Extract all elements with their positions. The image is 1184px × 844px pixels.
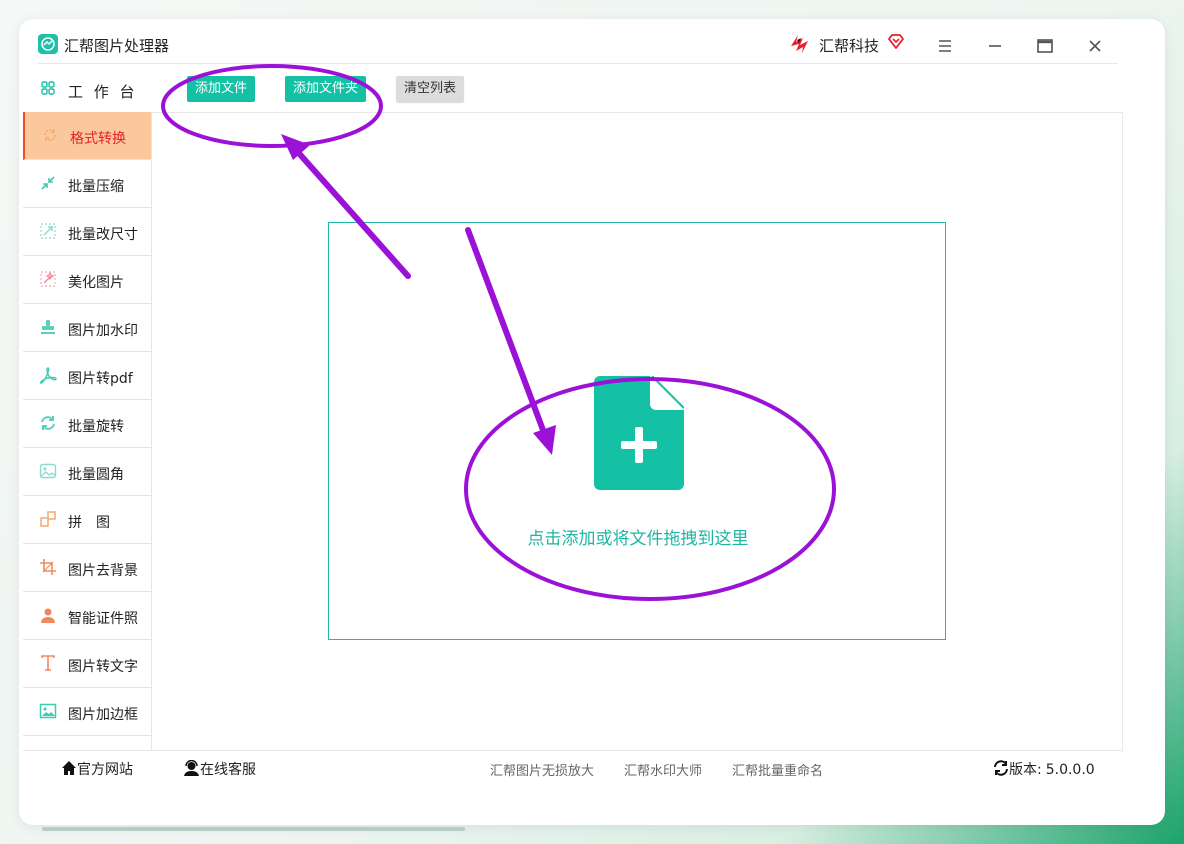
home-icon xyxy=(62,761,76,775)
sidebar-item-remove-bg[interactable]: 图片去背景 xyxy=(23,544,152,592)
vip-icon[interactable] xyxy=(887,32,905,50)
sidebar-item-label: 拼 图 xyxy=(68,515,110,531)
sidebar-item-collage[interactable]: 拼 图 xyxy=(23,496,152,544)
online-support-link[interactable]: 在线客服 xyxy=(183,759,256,779)
minimize-icon[interactable] xyxy=(983,34,1007,58)
crop-icon xyxy=(40,559,56,575)
person-icon xyxy=(41,608,55,623)
brand-logo-icon xyxy=(791,35,808,53)
file-drop-zone[interactable]: 点击添加或将文件拖拽到这里 xyxy=(328,222,946,640)
clear-list-button[interactable]: 清空列表 xyxy=(396,76,465,102)
close-icon[interactable] xyxy=(1083,34,1107,58)
version-info[interactable]: 版本: 5.0.0.0 xyxy=(993,759,1095,779)
add-folder-button[interactable]: 添加文件夹 xyxy=(285,76,367,102)
official-website-label: 官方网站 xyxy=(77,762,133,778)
sidebar-item-watermark[interactable]: 图片加水印 xyxy=(23,304,152,352)
sidebar-item-label: 智能证件照 xyxy=(68,611,138,627)
sidebar-item-label: 美化图片 xyxy=(68,275,124,291)
frame-icon xyxy=(39,703,57,719)
drop-zone-hint: 点击添加或将文件拖拽到这里 xyxy=(527,529,749,549)
add-file-button[interactable]: 添加文件 xyxy=(187,76,256,102)
sidebar-item-ocr[interactable]: 图片转文字 xyxy=(23,640,152,688)
version-label: 版本: xyxy=(1009,762,1042,778)
pdf-icon xyxy=(39,367,57,384)
app-title: 汇帮图片处理器 xyxy=(64,37,170,55)
version-number: 5.0.0.0 xyxy=(1045,762,1095,778)
sidebar-workbench[interactable]: 工 作 台 xyxy=(23,64,152,112)
sidebar-item-rounded-corner[interactable]: 批量圆角 xyxy=(23,448,152,496)
horizontal-scrollbar[interactable] xyxy=(42,827,465,831)
sidebar-item-label: 图片转pdf xyxy=(68,371,133,387)
footer-link-rename[interactable]: 汇帮批量重命名 xyxy=(732,760,823,779)
sidebar-item-label: 批量压缩 xyxy=(68,179,124,195)
content-divider xyxy=(1122,112,1123,752)
footer: 官方网站 在线客服 汇帮图片无损放大 汇帮水印大师 汇帮批量重命名 版本: 5.0… xyxy=(23,750,1123,787)
workbench-label: 工 作 台 xyxy=(68,83,138,101)
sidebar-item-label: 图片加水印 xyxy=(68,323,138,339)
sidebar-item-beautify[interactable]: 美化图片 xyxy=(23,256,152,304)
sidebar-item-label: 批量圆角 xyxy=(68,467,124,483)
sidebar-item-label: 批量改尺寸 xyxy=(68,227,138,243)
toolbar: 添加文件 添加文件夹 清空列表 xyxy=(152,64,1123,113)
sidebar-item-to-pdf[interactable]: 图片转pdf xyxy=(23,352,152,400)
app-logo-icon xyxy=(38,34,58,54)
sidebar-item-label: 批量旋转 xyxy=(68,419,124,435)
brand-name: 汇帮科技 xyxy=(819,37,880,55)
sidebar-item-id-photo[interactable]: 智能证件照 xyxy=(23,592,152,640)
sidebar-item-format-convert[interactable]: 格式转换 xyxy=(23,112,152,160)
compress-icon xyxy=(41,176,55,190)
resize-icon xyxy=(40,223,56,239)
text-icon xyxy=(41,655,55,671)
sidebar-item-frame[interactable]: 图片加边框 xyxy=(23,688,152,736)
title-bar: 汇帮图片处理器 汇帮科技 xyxy=(38,32,1156,64)
maximize-icon[interactable] xyxy=(1033,34,1057,58)
collage-icon xyxy=(40,511,56,527)
grid-icon xyxy=(41,81,55,95)
add-file-icon xyxy=(594,376,684,490)
sidebar-item-resize[interactable]: 批量改尺寸 xyxy=(23,208,152,256)
official-website-link[interactable]: 官方网站 xyxy=(61,759,133,779)
convert-icon xyxy=(44,129,56,141)
sidebar-menu: 格式转换 批量压缩 批量改尺寸 美化图片 图片加水印 图片转pdf 批量旋转 批… xyxy=(23,112,152,736)
sidebar-item-label: 图片去背景 xyxy=(68,563,138,579)
rotate-icon xyxy=(41,416,55,430)
sidebar-item-label: 图片加边框 xyxy=(68,707,138,723)
headset-icon xyxy=(184,759,199,776)
sidebar-item-label: 格式转换 xyxy=(70,131,126,147)
rounded-corner-icon xyxy=(39,463,57,479)
beautify-icon xyxy=(40,271,56,287)
refresh-icon xyxy=(994,760,1008,776)
menu-icon[interactable] xyxy=(933,34,957,58)
sidebar-divider xyxy=(151,112,152,750)
watermark-icon xyxy=(41,320,55,334)
online-support-label: 在线客服 xyxy=(200,762,256,778)
sidebar-item-label: 图片转文字 xyxy=(68,659,138,675)
sidebar-item-rotate[interactable]: 批量旋转 xyxy=(23,400,152,448)
footer-link-watermark[interactable]: 汇帮水印大师 xyxy=(624,760,702,779)
footer-link-upscale[interactable]: 汇帮图片无损放大 xyxy=(490,760,594,779)
sidebar-item-compress[interactable]: 批量压缩 xyxy=(23,160,152,208)
